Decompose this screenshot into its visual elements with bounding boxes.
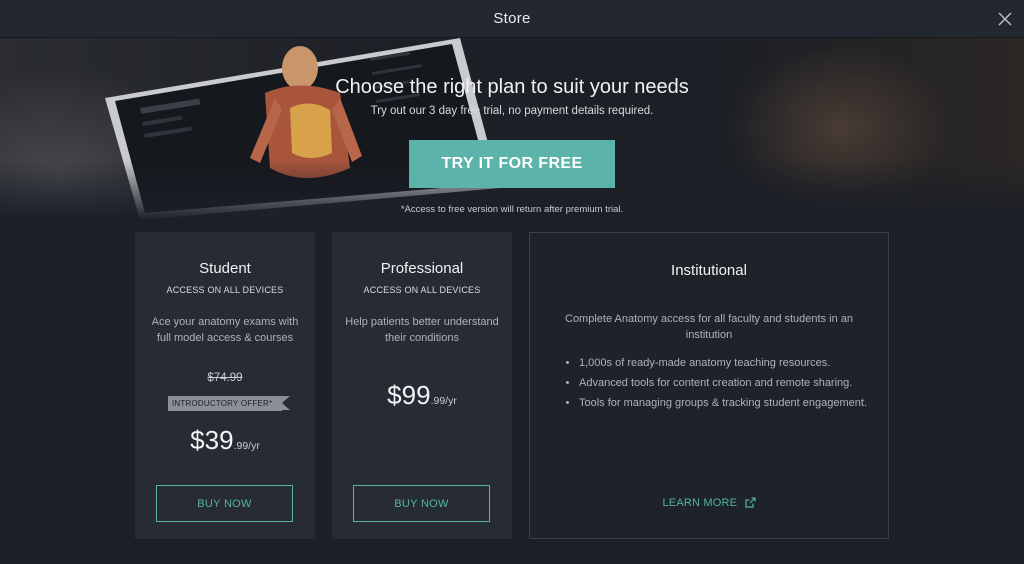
price-main: $39 [190, 425, 234, 455]
plan-devices: ACCESS ON ALL DEVICES [166, 285, 284, 295]
feature-item: Tools for managing groups & tracking stu… [579, 393, 878, 413]
plan-card-institutional: Institutional Complete Anatomy access fo… [529, 232, 889, 539]
feature-item: Advanced tools for content creation and … [579, 373, 878, 393]
plan-price: $39.99/yr [135, 425, 315, 456]
external-link-icon [744, 497, 756, 508]
title-bar: Store [0, 0, 1024, 38]
plan-name: Professional [380, 260, 464, 277]
introductory-offer-badge: INTRODUCTORY OFFER* [168, 396, 290, 411]
window-title: Store [493, 10, 531, 27]
plan-price: $99.99/yr [332, 380, 512, 411]
original-price: $74.99 [207, 372, 243, 384]
plan-devices: ACCESS ON ALL DEVICES [363, 285, 481, 295]
hero-banner: Choose the right plan to suit your needs… [0, 38, 1024, 220]
hero-subline: Try out our 3 day free trial, no payment… [370, 105, 654, 117]
feature-list: 1,000s of ready-made anatomy teaching re… [565, 353, 878, 413]
plan-card-professional: Professional ACCESS ON ALL DEVICES Help … [332, 232, 512, 539]
plan-name: Student [199, 260, 251, 277]
close-icon[interactable] [996, 10, 1014, 28]
plan-card-student: Student ACCESS ON ALL DEVICES Ace your a… [135, 232, 315, 539]
hero-headline: Choose the right plan to suit your needs [335, 76, 689, 98]
plan-name: Institutional [671, 262, 747, 279]
buy-now-professional-button[interactable]: BUY NOW [353, 485, 490, 522]
learn-more-link[interactable]: LEARN MORE [530, 497, 888, 509]
price-cents: .99/yr [430, 395, 457, 407]
plan-description: Ace your anatomy exams with full model a… [151, 316, 299, 344]
feature-item: 1,000s of ready-made anatomy teaching re… [579, 353, 878, 373]
try-for-free-button[interactable]: TRY IT FOR FREE [409, 140, 615, 188]
plan-description: Help patients better understand their co… [345, 316, 499, 344]
buy-now-student-button[interactable]: BUY NOW [156, 485, 293, 522]
price-main: $99 [387, 380, 431, 410]
price-cents: .99/yr [233, 440, 260, 452]
learn-more-label: LEARN MORE [662, 497, 738, 509]
trial-note: *Access to free version will return afte… [400, 204, 624, 215]
plan-description: Complete Anatomy access for all faculty … [565, 313, 853, 341]
